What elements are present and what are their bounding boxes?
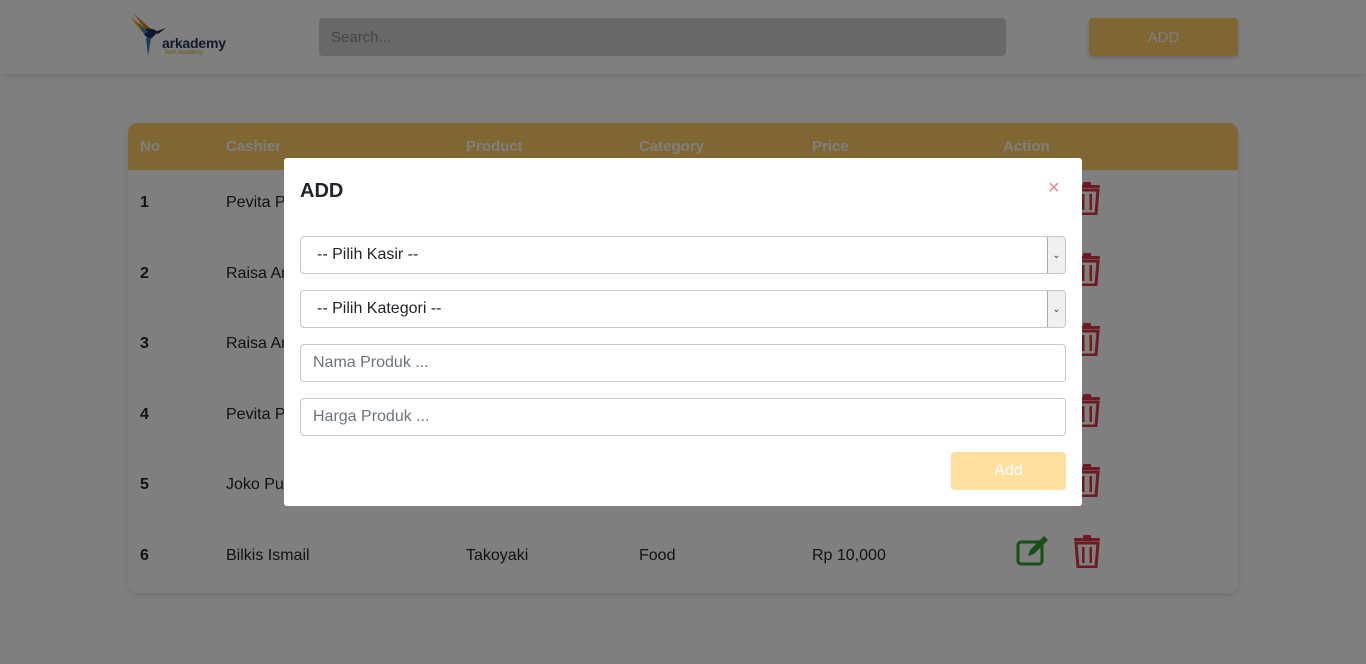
category-select-value: -- Pilih Kategori -- <box>317 300 442 317</box>
submit-add-button[interactable]: Add <box>951 452 1066 490</box>
chevron-down-icon[interactable]: ⌄ <box>1047 291 1065 327</box>
chevron-down-icon[interactable]: ⌄ <box>1047 237 1065 273</box>
product-name-placeholder: Nama Produk ... <box>313 354 429 371</box>
category-select[interactable]: -- Pilih Kategori -- ⌄ <box>300 290 1066 328</box>
cashier-select-value: -- Pilih Kasir -- <box>317 246 419 263</box>
cashier-select[interactable]: -- Pilih Kasir -- ⌄ <box>300 236 1066 274</box>
modal-title: ADD <box>300 180 344 202</box>
close-icon[interactable]: × <box>1048 178 1060 198</box>
add-product-modal: ADD × -- Pilih Kasir -- ⌄ -- Pilih Kateg… <box>284 158 1082 506</box>
product-price-input[interactable]: Harga Produk ... <box>300 398 1066 436</box>
product-price-placeholder: Harga Produk ... <box>313 408 430 425</box>
product-name-input[interactable]: Nama Produk ... <box>300 344 1066 382</box>
